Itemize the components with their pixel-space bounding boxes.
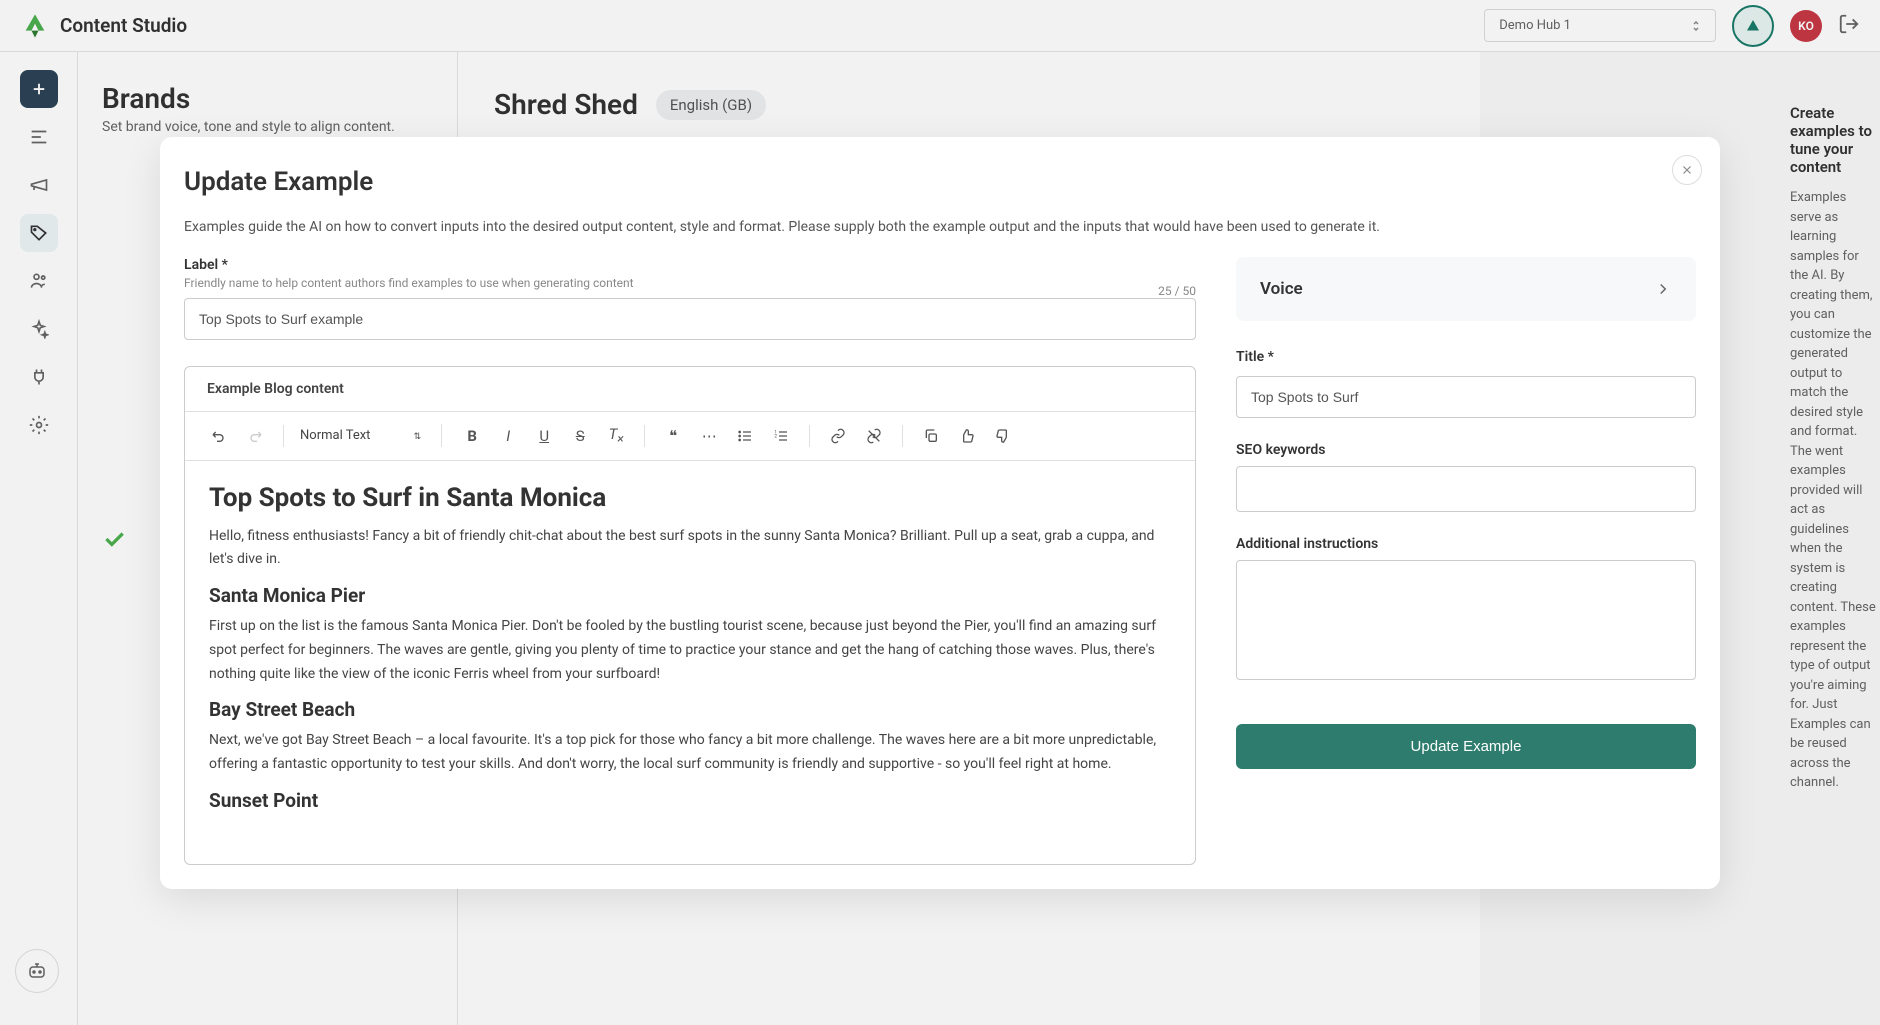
title-input[interactable] bbox=[1236, 376, 1696, 418]
strike-button[interactable]: S bbox=[564, 420, 596, 452]
strike-icon: S bbox=[576, 427, 585, 445]
editor-tab: Example Blog content bbox=[185, 367, 1195, 412]
label-field-hint: Friendly name to help content authors fi… bbox=[184, 276, 634, 290]
svg-text:2: 2 bbox=[775, 433, 778, 439]
quote-button[interactable]: ❝ bbox=[657, 420, 689, 452]
copy-icon bbox=[923, 428, 939, 444]
seo-input[interactable] bbox=[1236, 466, 1696, 512]
bold-icon: B bbox=[467, 427, 477, 445]
close-icon bbox=[1680, 163, 1694, 177]
more-button[interactable]: ⋯ bbox=[693, 420, 725, 452]
copy-button[interactable] bbox=[915, 420, 947, 452]
chevron-right-icon bbox=[1654, 280, 1672, 298]
toolbar-separator bbox=[283, 425, 284, 447]
update-example-button[interactable]: Update Example bbox=[1236, 724, 1696, 769]
bold-button[interactable]: B bbox=[456, 420, 488, 452]
clear-format-icon: T× bbox=[609, 425, 624, 447]
format-select[interactable]: Normal Text ⇅ bbox=[296, 424, 442, 447]
content-subheading: Santa Monica Pier bbox=[209, 584, 1171, 607]
link-icon bbox=[830, 428, 846, 444]
modal-overlay: Update Example Examples guide the AI on … bbox=[0, 0, 1880, 1025]
label-input[interactable] bbox=[184, 298, 1196, 340]
toolbar-separator bbox=[644, 425, 645, 447]
toolbar-separator bbox=[902, 425, 903, 447]
update-example-modal: Update Example Examples guide the AI on … bbox=[160, 137, 1720, 889]
label-char-count: 25 / 50 bbox=[1158, 284, 1196, 298]
thumbs-up-icon bbox=[959, 428, 975, 444]
clear-format-button[interactable]: T× bbox=[600, 420, 632, 452]
content-paragraph: Next, we've got Bay Street Beach – a loc… bbox=[209, 729, 1171, 777]
more-icon: ⋯ bbox=[702, 427, 717, 445]
redo-button[interactable] bbox=[239, 420, 271, 452]
label-field-label: Label * bbox=[184, 257, 634, 273]
seo-label: SEO keywords bbox=[1236, 442, 1696, 458]
modal-title: Update Example bbox=[184, 167, 1696, 197]
editor-content[interactable]: Top Spots to Surf in Santa Monica Hello,… bbox=[185, 461, 1195, 864]
editor: Example Blog content Normal Text ⇅ B I U… bbox=[184, 366, 1196, 865]
voice-panel[interactable]: Voice bbox=[1236, 257, 1696, 321]
unlink-button[interactable] bbox=[858, 420, 890, 452]
bullet-list-icon bbox=[737, 428, 753, 444]
additional-input[interactable] bbox=[1236, 560, 1696, 680]
content-paragraph: First up on the list is the famous Santa… bbox=[209, 615, 1171, 686]
number-list-icon: 12 bbox=[773, 428, 789, 444]
link-button[interactable] bbox=[822, 420, 854, 452]
thumbs-down-button[interactable] bbox=[987, 420, 1019, 452]
undo-button[interactable] bbox=[203, 420, 235, 452]
italic-button[interactable]: I bbox=[492, 420, 524, 452]
modal-description: Examples guide the AI on how to convert … bbox=[184, 219, 1696, 235]
additional-label: Additional instructions bbox=[1236, 536, 1696, 552]
editor-toolbar: Normal Text ⇅ B I U S T× ❝ ⋯ 12 bbox=[185, 412, 1195, 461]
content-heading: Top Spots to Surf in Santa Monica bbox=[209, 483, 1171, 513]
unlink-icon bbox=[866, 428, 882, 444]
modal-close-button[interactable] bbox=[1672, 155, 1702, 185]
title-label: Title * bbox=[1236, 349, 1696, 365]
voice-label: Voice bbox=[1260, 279, 1303, 299]
toolbar-separator bbox=[809, 425, 810, 447]
underline-button[interactable]: U bbox=[528, 420, 560, 452]
underline-icon: U bbox=[539, 427, 549, 445]
thumbs-up-button[interactable] bbox=[951, 420, 983, 452]
thumbs-down-icon bbox=[995, 428, 1011, 444]
redo-icon bbox=[247, 428, 263, 444]
undo-icon bbox=[211, 428, 227, 444]
italic-icon: I bbox=[506, 427, 510, 445]
bullet-list-button[interactable] bbox=[729, 420, 761, 452]
content-paragraph: Hello, fitness enthusiasts! Fancy a bit … bbox=[209, 525, 1171, 573]
quote-icon: ❝ bbox=[669, 427, 677, 445]
number-list-button[interactable]: 12 bbox=[765, 420, 797, 452]
content-subheading: Bay Street Beach bbox=[209, 698, 1171, 721]
content-subheading: Sunset Point bbox=[209, 789, 1171, 812]
